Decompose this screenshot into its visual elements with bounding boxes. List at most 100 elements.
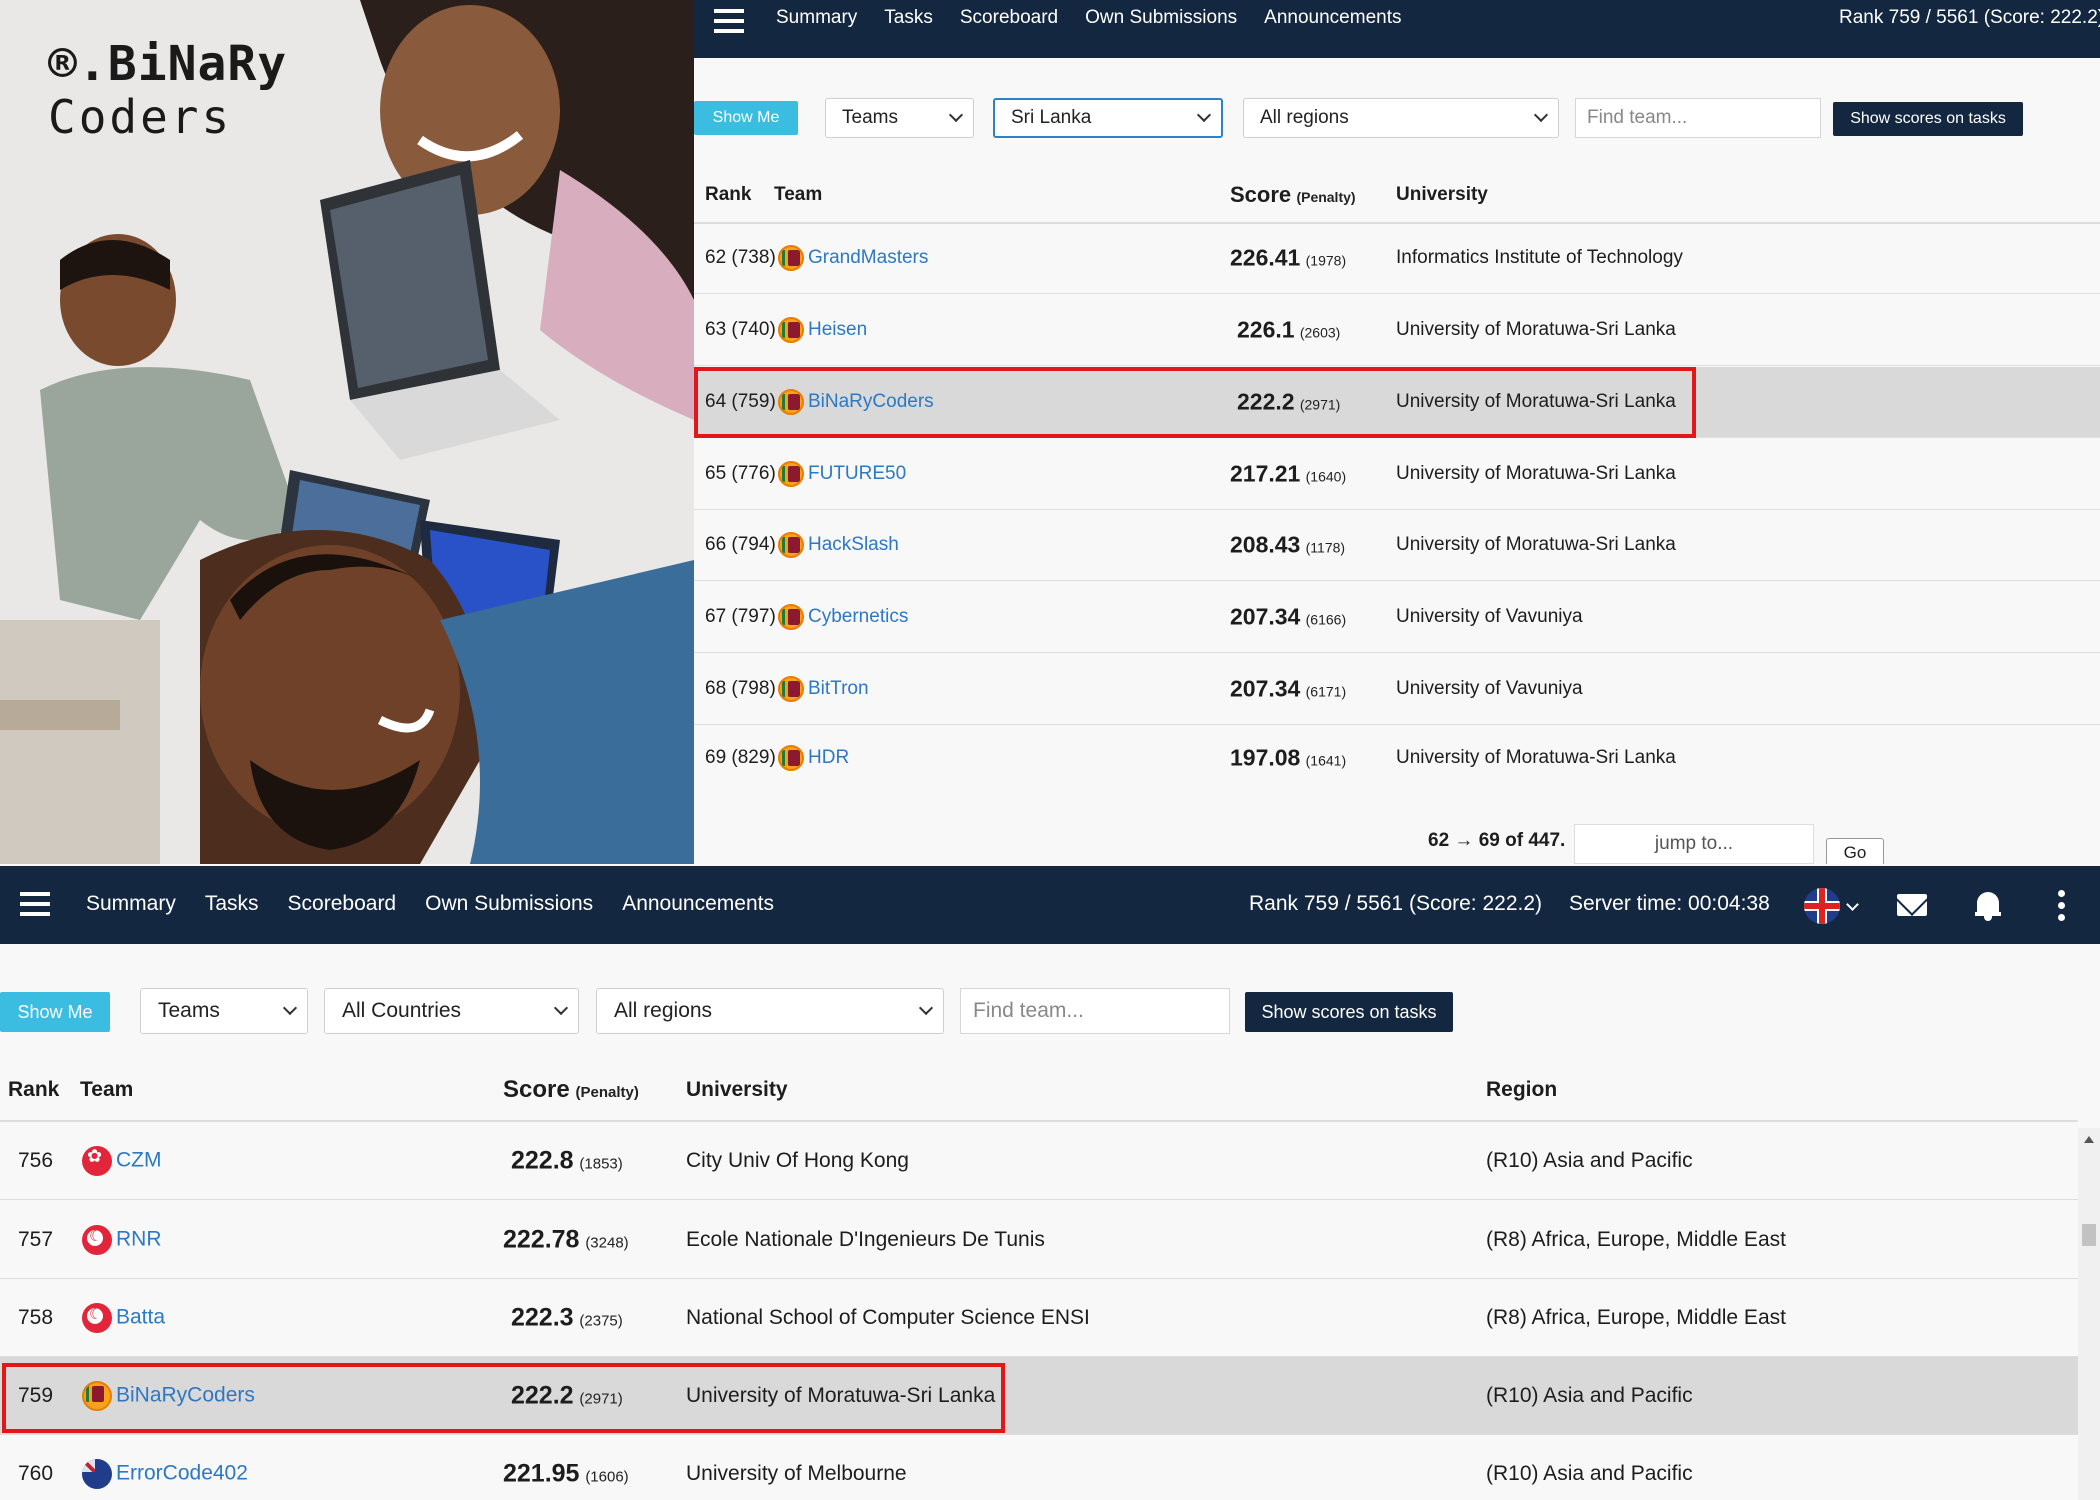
tunisia-flag-icon xyxy=(82,1224,112,1255)
rank-status: Rank 759 / 5561 (Score: 222.2) xyxy=(1839,7,2100,28)
scoreboard-all-countries: Summary Tasks Scoreboard Own Submissions… xyxy=(0,864,2100,1500)
sri-lanka-flag-icon xyxy=(778,604,804,630)
table-row: 757 RNR 222.78 (3248) Ecole Nationale D'… xyxy=(0,1201,2078,1279)
nav-summary[interactable]: Summary xyxy=(86,892,176,916)
table-row: 65 (776) FUTURE50 217.21 (1640) Universi… xyxy=(694,439,2100,510)
row-region: (R10) Asia and Pacific xyxy=(1486,1148,1693,1172)
country-select[interactable]: Sri Lanka xyxy=(993,98,1223,138)
team-link[interactable]: HackSlash xyxy=(808,534,899,555)
nav-tasks[interactable]: Tasks xyxy=(884,7,933,29)
row-team: Batta xyxy=(82,1302,165,1333)
nav-scoreboard[interactable]: Scoreboard xyxy=(960,7,1058,29)
sri-lanka-flag-icon xyxy=(778,744,804,771)
bell-icon[interactable] xyxy=(1975,890,2001,921)
row-rank: 760 xyxy=(18,1461,54,1485)
more-options-icon[interactable] xyxy=(2058,890,2066,922)
team-link[interactable]: CZM xyxy=(116,1148,162,1171)
sri-lanka-flag-icon xyxy=(778,461,804,487)
table-row: 69 (829) HDR 197.08 (1641) University of… xyxy=(694,722,2100,793)
type-select-value: Teams xyxy=(842,107,898,128)
chevron-down-icon[interactable] xyxy=(1846,898,1859,911)
header-team: Team xyxy=(774,184,823,205)
row-score: 207.34 (6171) xyxy=(1230,675,1347,702)
top-nav-links: Summary Tasks Scoreboard Own Submissions… xyxy=(776,7,1402,29)
team-link[interactable]: FUTURE50 xyxy=(808,463,906,484)
nav-own-submissions[interactable]: Own Submissions xyxy=(425,892,593,916)
nav-summary[interactable]: Summary xyxy=(776,7,857,29)
region-select[interactable]: All regions xyxy=(596,988,944,1034)
find-team-input[interactable]: Find team... xyxy=(1575,98,1821,138)
type-select[interactable]: Teams xyxy=(140,988,308,1034)
row-team: Heisen xyxy=(778,317,867,343)
region-select[interactable]: All regions xyxy=(1243,98,1559,138)
show-me-button[interactable]: Show Me xyxy=(694,101,798,135)
country-select[interactable]: All Countries xyxy=(324,988,579,1034)
sri-lanka-flag-icon xyxy=(778,317,804,343)
scrollbar[interactable] xyxy=(2078,1128,2100,1500)
row-score: 222.3 (2375) xyxy=(511,1303,623,1331)
nav-tasks[interactable]: Tasks xyxy=(205,892,259,916)
table-row: 67 (797) Cybernetics 207.34 (6166) Unive… xyxy=(694,582,2100,653)
row-team: RNR xyxy=(82,1224,162,1255)
row-score: 221.95 (1606) xyxy=(503,1459,629,1487)
header-score: Score (Penalty) xyxy=(1230,182,1356,207)
header-region: Region xyxy=(1486,1078,1558,1101)
show-scores-on-tasks-button[interactable]: Show scores on tasks xyxy=(1245,992,1453,1032)
mail-icon[interactable] xyxy=(1897,894,1927,916)
uk-flag-language-icon[interactable] xyxy=(1804,888,1840,924)
hamburger-menu-icon[interactable] xyxy=(20,892,50,918)
row-rank: 758 xyxy=(18,1305,54,1329)
row-team: FUTURE50 xyxy=(778,461,906,487)
hamburger-menu-icon[interactable] xyxy=(714,9,744,35)
top-navbar: Summary Tasks Scoreboard Own Submissions… xyxy=(694,0,2100,58)
table-row: 760 ErrorCode402 221.95 (1606) Universit… xyxy=(0,1435,2078,1500)
nav-announcements[interactable]: Announcements xyxy=(622,892,774,916)
team-photo: ®.BiNaRy Coders xyxy=(0,0,694,864)
top-filters: Show Me Teams Sri Lanka All regions Find… xyxy=(694,98,2100,140)
team-link[interactable]: Batta xyxy=(116,1305,165,1328)
row-university: City Univ Of Hong Kong xyxy=(686,1148,909,1172)
header-score: Score (Penalty) xyxy=(503,1076,639,1103)
row-team: GrandMasters xyxy=(778,245,928,271)
jump-to-input[interactable]: jump to... xyxy=(1574,824,1814,864)
row-university: University of Vavuniya xyxy=(1396,606,1583,627)
show-me-button[interactable]: Show Me xyxy=(0,992,110,1032)
team-link[interactable]: BitTron xyxy=(808,678,869,699)
team-link[interactable]: ErrorCode402 xyxy=(116,1461,248,1484)
highlight-annotation-box xyxy=(694,367,1696,438)
nav-own-submissions[interactable]: Own Submissions xyxy=(1085,7,1237,29)
row-score: 208.43 (1178) xyxy=(1230,531,1346,558)
type-select[interactable]: Teams xyxy=(825,98,974,138)
row-team: CZM xyxy=(82,1145,162,1176)
scroll-up-arrow-icon[interactable] xyxy=(2084,1136,2094,1143)
row-rank: 62 (738) xyxy=(705,247,776,268)
row-region: (R10) Asia and Pacific xyxy=(1486,1461,1693,1485)
scrollbar-thumb[interactable] xyxy=(2082,1224,2096,1246)
bottom-table-header: Rank Team Score (Penalty) University Reg… xyxy=(0,1060,2078,1122)
find-team-input[interactable]: Find team... xyxy=(960,988,1230,1034)
header-rank: Rank xyxy=(8,1078,60,1101)
sri-lanka-flag-icon xyxy=(778,532,804,558)
row-university: University of Moratuwa-Sri Lanka xyxy=(1396,534,1676,555)
go-button[interactable]: Go xyxy=(1826,838,1884,864)
team-link[interactable]: HDR xyxy=(808,747,849,768)
row-team: BitTron xyxy=(778,676,869,702)
team-link[interactable]: Cybernetics xyxy=(808,606,908,627)
header-team: Team xyxy=(80,1078,134,1101)
hong-kong-flag-icon xyxy=(82,1145,112,1176)
row-score: 222.78 (3248) xyxy=(503,1225,629,1253)
type-select-value: Teams xyxy=(158,999,220,1022)
header-university: University xyxy=(1396,184,1488,205)
logo-line-1: ®.BiNaRy xyxy=(48,36,288,92)
top-table-header: Rank Team Score (Penalty) University xyxy=(694,168,2100,224)
country-select-value: All Countries xyxy=(342,999,462,1022)
row-university: University of Moratuwa-Sri Lanka xyxy=(1396,463,1676,484)
team-link[interactable]: Heisen xyxy=(808,319,867,340)
region-select-value: All regions xyxy=(1260,107,1349,128)
nav-announcements[interactable]: Announcements xyxy=(1264,7,1401,29)
team-link[interactable]: RNR xyxy=(116,1227,162,1250)
pagination-status: 62 → 69 of 447. xyxy=(1428,830,1566,851)
team-link[interactable]: GrandMasters xyxy=(808,247,928,268)
show-scores-on-tasks-button[interactable]: Show scores on tasks xyxy=(1833,102,2023,136)
nav-scoreboard[interactable]: Scoreboard xyxy=(288,892,397,916)
